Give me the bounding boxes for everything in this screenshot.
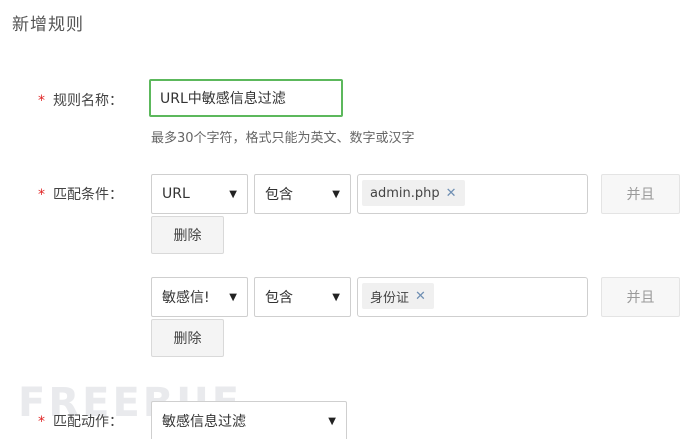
condition-2-tag-label: 身份证 bbox=[370, 290, 410, 306]
rule-name-hint: 最多30个字符，格式只能为英文、数字或汉字 bbox=[151, 131, 415, 146]
condition-2-field-value: 敏感信! bbox=[162, 290, 210, 306]
condition-2-delete-button[interactable]: 删除 bbox=[151, 319, 224, 357]
new-rule-page: 新增规则 * 规则名称： 最多30个字符，格式只能为英文、数字或汉字 * 匹配条件：… bbox=[0, 0, 690, 439]
condition-2-value-tag: 身份证 ✕ bbox=[362, 283, 434, 309]
condition-1-operator-value: 包含 bbox=[265, 187, 293, 203]
rule-name-label-text: 规则名称： bbox=[53, 93, 123, 109]
condition-2-field-select[interactable]: 敏感信! ▼ bbox=[151, 277, 248, 317]
condition-1-and-button[interactable]: 并且 bbox=[601, 174, 680, 214]
condition-1-value-tag: admin.php ✕ bbox=[362, 180, 465, 206]
page-title: 新增规则 bbox=[12, 15, 84, 35]
required-asterisk: * bbox=[38, 414, 45, 430]
condition-1-tag-label: admin.php bbox=[370, 185, 440, 201]
condition-2-and-button[interactable]: 并且 bbox=[601, 277, 680, 317]
condition-1-operator-select[interactable]: 包含 ▼ bbox=[254, 174, 351, 214]
rule-name-input[interactable] bbox=[149, 79, 343, 117]
action-select[interactable]: 敏感信息过滤 ▼ bbox=[151, 401, 347, 439]
close-icon[interactable]: ✕ bbox=[446, 186, 457, 201]
chevron-down-icon: ▼ bbox=[332, 188, 340, 200]
condition-2-value-input[interactable]: 身份证 ✕ bbox=[357, 277, 588, 317]
action-label-text: 匹配动作： bbox=[53, 414, 123, 430]
condition-1-value-input[interactable]: admin.php ✕ bbox=[357, 174, 588, 214]
chevron-down-icon: ▼ bbox=[229, 188, 237, 200]
chevron-down-icon: ▼ bbox=[332, 291, 340, 303]
chevron-down-icon: ▼ bbox=[328, 415, 336, 427]
conditions-label: * 匹配条件： bbox=[38, 184, 123, 204]
condition-2-operator-select[interactable]: 包含 ▼ bbox=[254, 277, 351, 317]
condition-1-field-select[interactable]: URL ▼ bbox=[151, 174, 248, 214]
condition-2-operator-value: 包含 bbox=[265, 290, 293, 306]
condition-1-delete-button[interactable]: 删除 bbox=[151, 216, 224, 254]
chevron-down-icon: ▼ bbox=[229, 291, 237, 303]
close-icon[interactable]: ✕ bbox=[415, 289, 426, 304]
required-asterisk: * bbox=[38, 93, 45, 109]
action-value: 敏感信息过滤 bbox=[162, 414, 246, 430]
required-asterisk: * bbox=[38, 187, 45, 203]
rule-name-label: * 规则名称： bbox=[38, 90, 123, 110]
action-label: * 匹配动作： bbox=[38, 411, 123, 431]
condition-1-field-value: URL bbox=[162, 186, 190, 202]
conditions-label-text: 匹配条件： bbox=[53, 187, 123, 203]
